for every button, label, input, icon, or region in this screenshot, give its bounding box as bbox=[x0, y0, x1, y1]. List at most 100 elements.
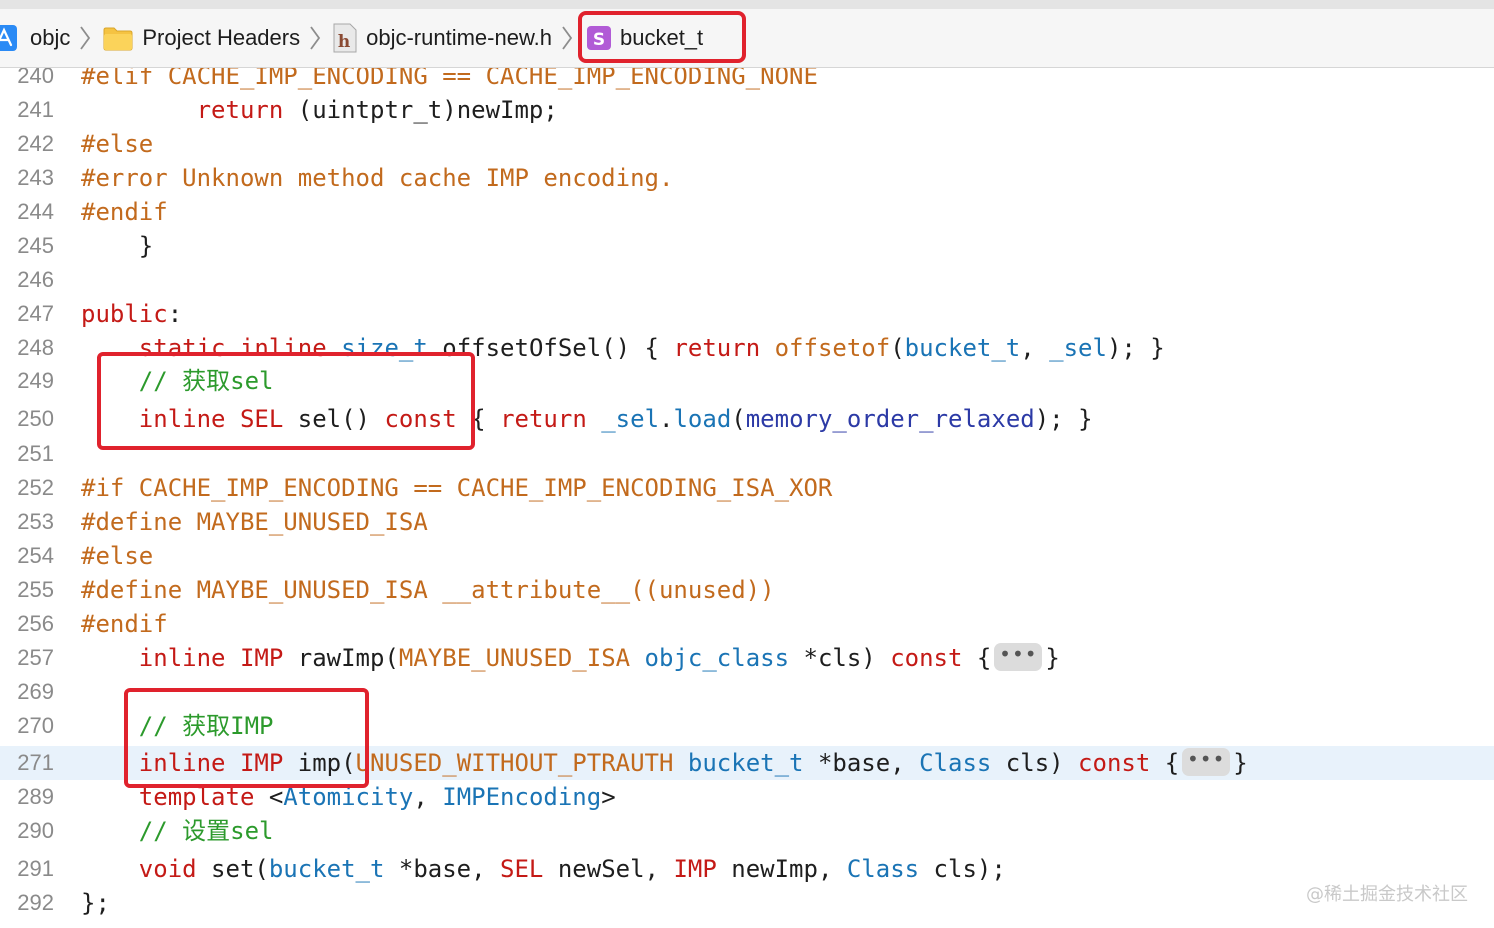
code-token: *base, bbox=[803, 749, 920, 777]
code-token: Class bbox=[919, 749, 992, 777]
code-line[interactable]: 246 bbox=[0, 263, 1494, 297]
code-token: IMP bbox=[239, 749, 284, 777]
code-token: IMP bbox=[673, 855, 717, 883]
line-number: 249 bbox=[17, 368, 54, 393]
breadcrumb-objc[interactable]: objc bbox=[0, 16, 70, 60]
code-token: } bbox=[1233, 749, 1248, 777]
code-text: inline IMP rawImp(MAYBE_UNUSED_ISA objc_… bbox=[81, 641, 1060, 675]
code-line[interactable]: 250 inline SEL sel() const { return _sel… bbox=[0, 402, 1494, 436]
code-line[interactable]: 251 bbox=[0, 437, 1494, 471]
code-token: #if CACHE_IMP_ENCODING == CACHE_IMP_ENCO… bbox=[81, 474, 833, 502]
code-token: ( bbox=[890, 334, 905, 362]
code-token: { bbox=[962, 644, 992, 672]
code-line[interactable]: 270 // 获取IMP bbox=[0, 709, 1494, 743]
breadcrumb-bucket-t[interactable]: S bucket_t bbox=[577, 11, 746, 63]
code-line[interactable]: 252 #if CACHE_IMP_ENCODING == CACHE_IMP_E… bbox=[0, 471, 1494, 505]
code-line[interactable]: 240 #elif CACHE_IMP_ENCODING == CACHE_IMP… bbox=[0, 68, 1494, 93]
fold-ellipsis-button[interactable]: ••• bbox=[1182, 748, 1231, 776]
code-text: // 设置sel bbox=[81, 814, 274, 848]
line-number: 290 bbox=[17, 818, 54, 843]
code-token: return bbox=[673, 334, 761, 362]
line-number: 251 bbox=[17, 441, 54, 466]
line-number: 256 bbox=[17, 611, 54, 636]
code-token: , bbox=[413, 783, 443, 811]
line-number: 292 bbox=[17, 890, 54, 915]
code-token: template bbox=[138, 783, 255, 811]
code-token: offsetof bbox=[774, 334, 891, 362]
code-token: . bbox=[659, 405, 674, 433]
code-line[interactable]: 242 #else bbox=[0, 127, 1494, 161]
code-token: const bbox=[1078, 749, 1151, 777]
code-token: const bbox=[384, 405, 457, 433]
line-number: 289 bbox=[17, 784, 54, 809]
code-line[interactable]: 256 #endif bbox=[0, 607, 1494, 641]
code-line[interactable]: 245 } bbox=[0, 229, 1494, 263]
code-text: #elif CACHE_IMP_ENCODING == CACHE_IMP_EN… bbox=[81, 68, 818, 93]
code-line[interactable]: 271 inline IMP imp(UNUSED_WITHOUT_PTRAUT… bbox=[0, 746, 1494, 780]
code-line[interactable]: 254 #else bbox=[0, 539, 1494, 573]
code-token: ); } bbox=[1034, 405, 1093, 433]
code-line[interactable]: 241 return (uintptr_t)newImp; bbox=[0, 93, 1494, 127]
code-token: #error Unknown method cache IMP encoding… bbox=[81, 164, 674, 192]
code-text: #if CACHE_IMP_ENCODING == CACHE_IMP_ENCO… bbox=[81, 471, 832, 505]
code-line[interactable]: 253 #define MAYBE_UNUSED_ISA bbox=[0, 505, 1494, 539]
code-line[interactable]: 290 // 设置sel bbox=[0, 814, 1494, 848]
header-file-icon: h bbox=[333, 23, 357, 53]
code-line[interactable]: 249 // 获取sel bbox=[0, 364, 1494, 398]
code-token: #endif bbox=[81, 198, 168, 226]
watermark: @稀土掘金技术社区 bbox=[1306, 884, 1468, 905]
chevron-right-icon bbox=[80, 26, 91, 50]
code-token: // 设置sel bbox=[138, 817, 274, 845]
code-line[interactable]: 292}; bbox=[0, 886, 1494, 920]
code-text: #else bbox=[81, 127, 153, 161]
code-token: _sel bbox=[1049, 334, 1107, 362]
jump-bar: objc Project Headers h objc-runtime-new.… bbox=[0, 0, 1494, 68]
code-text: #error Unknown method cache IMP encoding… bbox=[81, 161, 673, 195]
line-number: 242 bbox=[17, 131, 54, 156]
code-token: IMPEncoding bbox=[442, 783, 602, 811]
code-text: // 获取IMP bbox=[81, 709, 274, 743]
code-token: inline bbox=[239, 334, 327, 362]
line-number: 271 bbox=[17, 750, 54, 775]
code-line[interactable]: 248 static inline size_t offsetOfSel() {… bbox=[0, 331, 1494, 365]
code-line[interactable]: 255 #define MAYBE_UNUSED_ISA __attribute_… bbox=[0, 573, 1494, 607]
code-token: bucket_t bbox=[687, 749, 804, 777]
line-number: 253 bbox=[17, 509, 54, 534]
code-text: // 获取sel bbox=[81, 364, 274, 398]
code-line[interactable]: 244 #endif bbox=[0, 195, 1494, 229]
code-token: newSel, bbox=[543, 855, 674, 883]
line-number: 247 bbox=[17, 301, 54, 326]
code-token: { bbox=[1150, 749, 1180, 777]
code-token: #elif CACHE_IMP_ENCODING == CACHE_IMP_EN… bbox=[81, 68, 818, 90]
code-editor[interactable]: 240 #elif CACHE_IMP_ENCODING == CACHE_IMP… bbox=[0, 68, 1494, 928]
code-token: ( bbox=[731, 405, 746, 433]
fold-ellipsis-button[interactable]: ••• bbox=[994, 643, 1043, 671]
code-text: static inline size_t offsetOfSel() { ret… bbox=[81, 331, 1165, 365]
line-number: 241 bbox=[17, 97, 54, 122]
code-line[interactable]: 257 inline IMP rawImp(MAYBE_UNUSED_ISA o… bbox=[0, 641, 1494, 675]
code-token: UNUSED_WITHOUT_PTRAUTH bbox=[355, 749, 674, 777]
code-token: IMP bbox=[239, 644, 284, 672]
code-line[interactable]: 243 #error Unknown method cache IMP encod… bbox=[0, 161, 1494, 195]
line-number: 240 bbox=[17, 68, 54, 88]
code-line[interactable]: 247 public: bbox=[0, 297, 1494, 331]
code-line[interactable]: 291 void set(bucket_t *base, SEL newSel,… bbox=[0, 852, 1494, 886]
code-token: inline bbox=[138, 644, 226, 672]
code-token: < bbox=[254, 783, 284, 811]
code-line[interactable]: 269 bbox=[0, 675, 1494, 709]
code-line[interactable]: 289 template <Atomicity, IMPEncoding> bbox=[0, 780, 1494, 814]
breadcrumb-header-file[interactable]: h objc-runtime-new.h bbox=[332, 16, 552, 60]
code-token: SEL bbox=[239, 405, 284, 433]
code-text: }; bbox=[81, 886, 110, 920]
breadcrumb-project-headers[interactable]: Project Headers bbox=[102, 16, 300, 60]
code-text: #define MAYBE_UNUSED_ISA bbox=[81, 505, 428, 539]
code-text: } bbox=[81, 229, 153, 263]
code-token: const bbox=[890, 644, 963, 672]
